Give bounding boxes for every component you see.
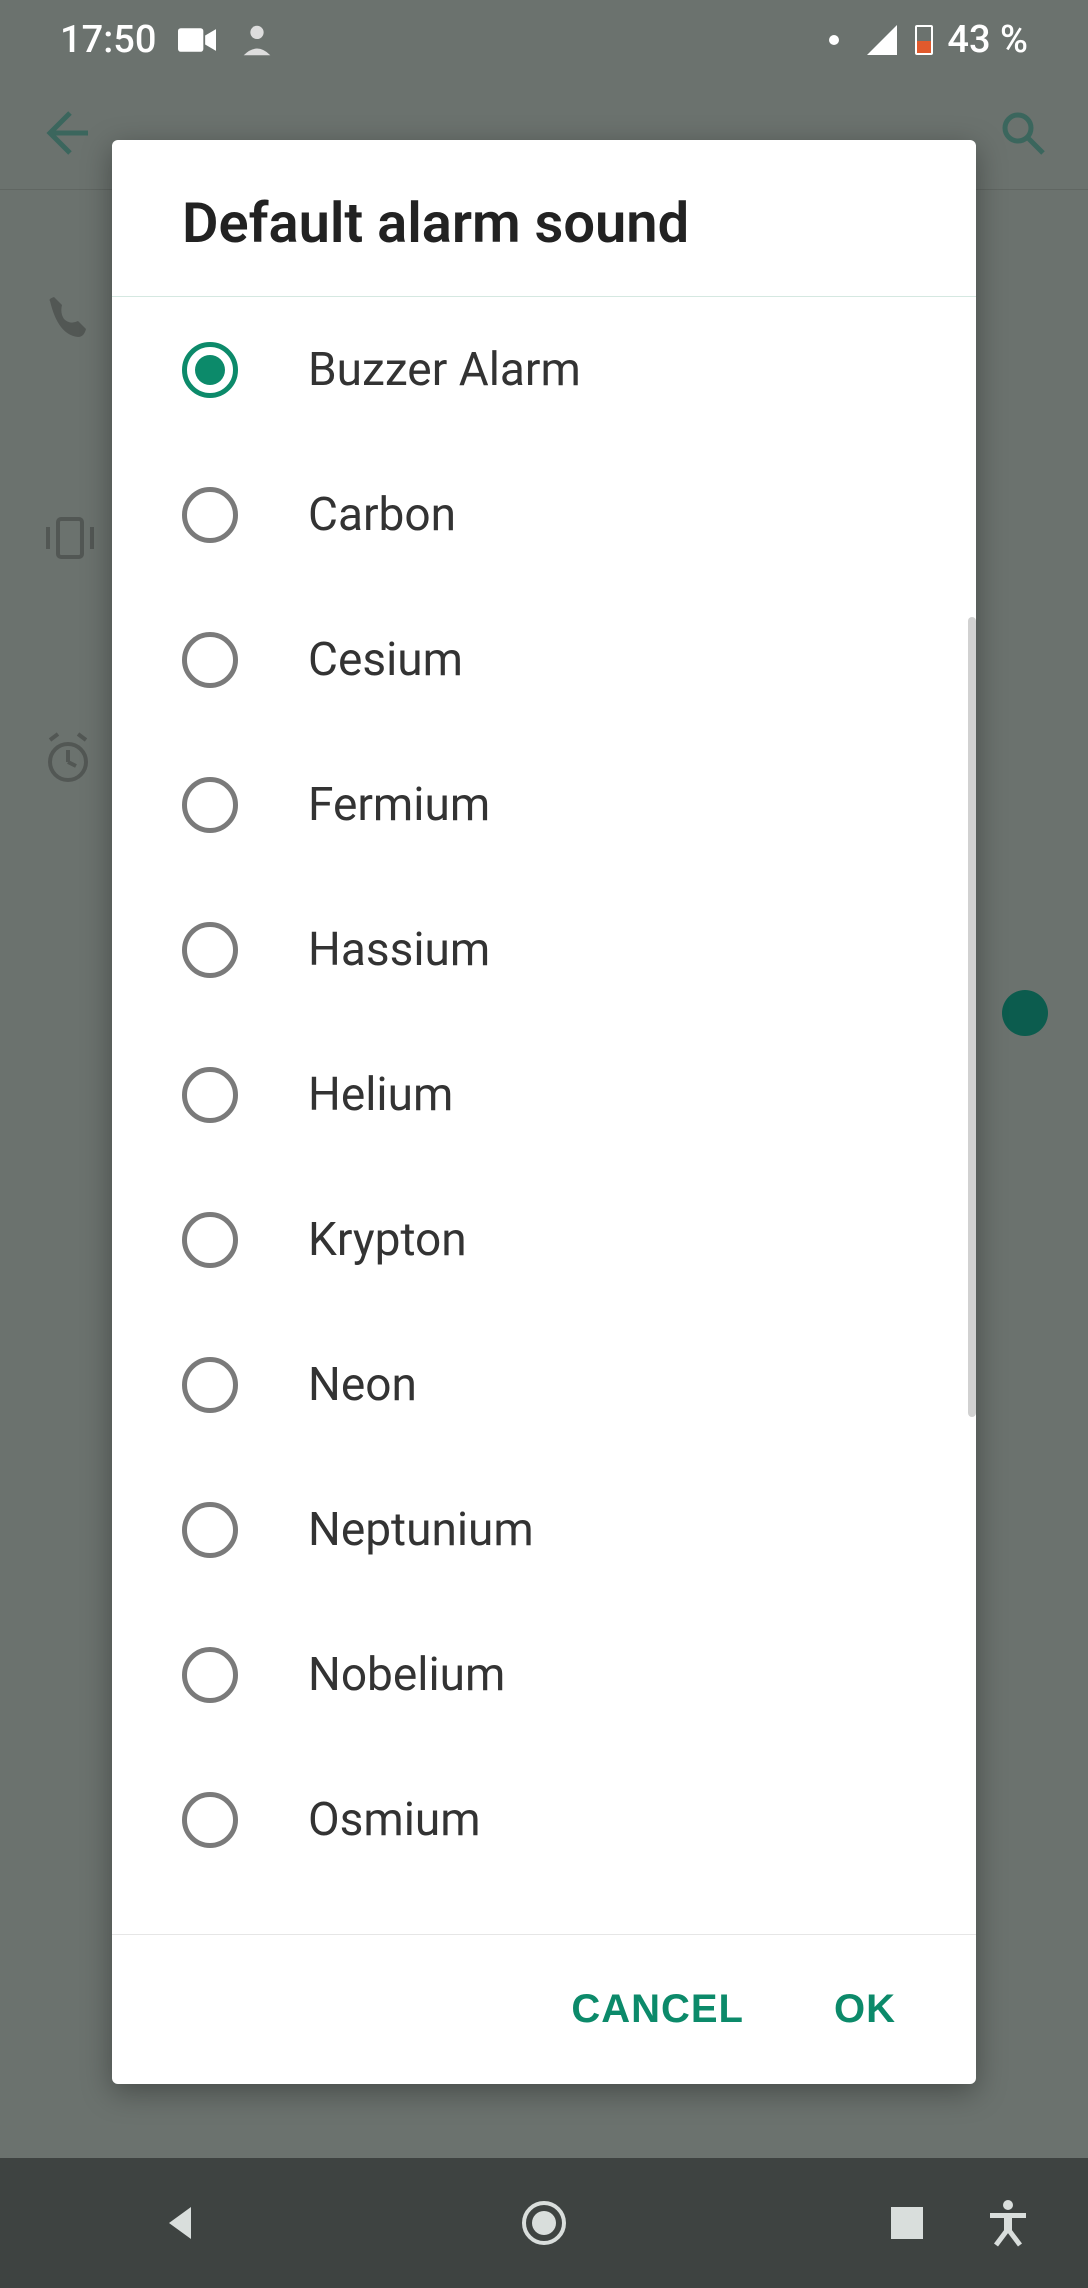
option-label: Hassium (308, 923, 490, 977)
sound-option[interactable]: Fermium (112, 732, 976, 877)
dialog-option-list[interactable]: Buzzer Alarm Carbon Cesium Fermium Hassium He… (112, 297, 976, 1934)
system-nav-bar (0, 2158, 1088, 2288)
option-label: Fermium (308, 778, 490, 832)
sound-option[interactable]: Buzzer Alarm (112, 297, 976, 442)
radio-icon (182, 777, 238, 833)
option-label: Helium (308, 1068, 453, 1122)
sound-option[interactable]: Neon (112, 1312, 976, 1457)
ok-button[interactable]: OK (834, 1987, 896, 2032)
sound-option[interactable]: Carbon (112, 442, 976, 587)
radio-icon (182, 632, 238, 688)
option-label: Krypton (308, 1213, 467, 1267)
option-label: Osmium (308, 1793, 481, 1847)
cancel-button[interactable]: CANCEL (571, 1987, 744, 2032)
radio-icon (182, 1647, 238, 1703)
sound-option[interactable]: Osmium (112, 1747, 976, 1892)
radio-icon (182, 1502, 238, 1558)
nav-home-button[interactable] (504, 2183, 584, 2263)
radio-icon (182, 487, 238, 543)
radio-icon (182, 922, 238, 978)
sound-option[interactable]: Krypton (112, 1167, 976, 1312)
nav-accessibility-button[interactable] (968, 2183, 1048, 2263)
option-label: Neptunium (308, 1503, 534, 1557)
scrollbar-thumb[interactable] (968, 617, 976, 1417)
dialog-actions: CANCEL OK (112, 1934, 976, 2084)
radio-icon (182, 1067, 238, 1123)
radio-icon (182, 342, 238, 398)
nav-back-button[interactable] (141, 2183, 221, 2263)
radio-icon (182, 1792, 238, 1848)
option-label: Buzzer Alarm (308, 343, 581, 397)
nav-recent-button[interactable] (867, 2183, 947, 2263)
dialog-title: Default alarm sound (112, 140, 976, 297)
radio-icon (182, 1212, 238, 1268)
option-label: Carbon (308, 488, 456, 542)
option-label: Nobelium (308, 1648, 505, 1702)
radio-icon (182, 1357, 238, 1413)
option-label: Cesium (308, 633, 463, 687)
sound-option[interactable]: Hassium (112, 877, 976, 1022)
dialog-overlay[interactable]: Default alarm sound Buzzer Alarm Carbon Ce… (0, 0, 1088, 2288)
sound-option[interactable]: Nobelium (112, 1602, 976, 1747)
sound-option[interactable]: Cesium (112, 587, 976, 732)
sound-option[interactable]: Neptunium (112, 1457, 976, 1602)
option-label: Neon (308, 1358, 417, 1412)
sound-option[interactable]: Helium (112, 1022, 976, 1167)
alarm-sound-dialog: Default alarm sound Buzzer Alarm Carbon Ce… (112, 140, 976, 2084)
